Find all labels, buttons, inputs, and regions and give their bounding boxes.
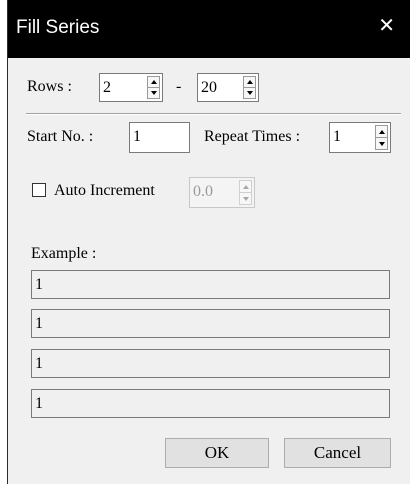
rows-from-value: 2 bbox=[103, 79, 111, 96]
start-no-value: 1 bbox=[133, 128, 141, 145]
close-icon[interactable]: ✕ bbox=[378, 15, 395, 35]
increment-stepper[interactable]: 0.0 bbox=[189, 177, 255, 208]
rows-to-value: 20 bbox=[201, 79, 217, 96]
repeat-times-down-arrow-icon[interactable] bbox=[376, 137, 387, 149]
start-no-input[interactable]: 1 bbox=[129, 122, 190, 153]
rows-to-up-arrow-icon[interactable] bbox=[244, 77, 255, 87]
rows-from-down-arrow-icon[interactable] bbox=[148, 87, 159, 98]
separator bbox=[26, 113, 401, 115]
ok-button[interactable]: OK bbox=[165, 438, 269, 468]
example-row: 1 bbox=[31, 309, 390, 338]
rows-from-up-arrow-icon[interactable] bbox=[148, 77, 159, 87]
rows-label: Rows : bbox=[27, 78, 72, 95]
repeat-times-up-arrow-icon[interactable] bbox=[376, 126, 387, 137]
increment-up-arrow-icon[interactable] bbox=[240, 181, 251, 192]
repeat-times-spinner[interactable] bbox=[375, 125, 388, 150]
auto-increment-label: Auto Increment bbox=[54, 182, 155, 199]
rows-from-spinner[interactable] bbox=[147, 76, 160, 99]
rows-range-dash: - bbox=[176, 78, 182, 95]
increment-value: 0.0 bbox=[193, 183, 213, 200]
auto-increment-checkbox[interactable] bbox=[32, 183, 46, 197]
repeat-times-stepper[interactable]: 1 bbox=[329, 122, 391, 153]
start-no-label: Start No. : bbox=[27, 128, 94, 145]
rows-to-down-arrow-icon[interactable] bbox=[244, 87, 255, 98]
increment-down-arrow-icon[interactable] bbox=[240, 192, 251, 204]
example-row: 1 bbox=[31, 389, 390, 418]
repeat-times-value: 1 bbox=[333, 128, 341, 145]
fill-series-dialog: Fill Series ✕ Rows : 2 - 20 Start No. : … bbox=[7, 0, 410, 484]
title-bar[interactable]: Fill Series ✕ bbox=[8, 0, 410, 58]
repeat-times-label: Repeat Times : bbox=[204, 128, 301, 145]
rows-to-spinner[interactable] bbox=[243, 76, 256, 99]
increment-spinner[interactable] bbox=[239, 180, 252, 205]
example-row: 1 bbox=[31, 349, 390, 378]
dialog-title: Fill Series bbox=[16, 17, 100, 38]
cancel-button[interactable]: Cancel bbox=[284, 438, 391, 468]
rows-from-stepper[interactable]: 2 bbox=[99, 73, 163, 102]
example-label: Example : bbox=[31, 245, 97, 262]
example-row: 1 bbox=[31, 270, 390, 299]
rows-to-stepper[interactable]: 20 bbox=[197, 73, 259, 102]
